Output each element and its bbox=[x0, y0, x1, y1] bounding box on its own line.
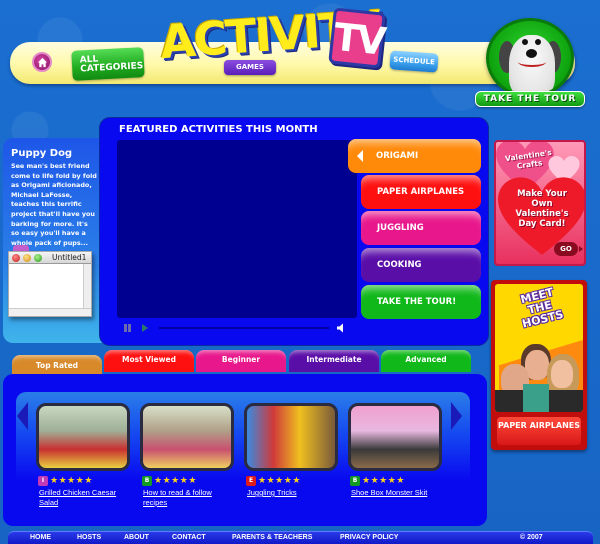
footer-link-privacy-policy[interactable]: PRIVACY POLICY bbox=[340, 534, 398, 541]
description-title: Puppy Dog bbox=[11, 148, 73, 159]
rating-row: B ★ ★ ★ ★ ★ bbox=[142, 475, 197, 486]
hosts-clothing bbox=[523, 384, 549, 412]
zoom-icon[interactable] bbox=[34, 254, 42, 262]
star-icon: ★ bbox=[84, 475, 93, 486]
logo-tv[interactable]: TV bbox=[328, 7, 386, 69]
all-categories-button[interactable]: ALL CATEGORIES bbox=[71, 47, 145, 81]
progress-bar[interactable] bbox=[159, 327, 329, 329]
minimize-icon[interactable] bbox=[23, 254, 31, 262]
star-icon: ★ bbox=[67, 475, 76, 486]
mascot-eye bbox=[522, 39, 528, 45]
star-icon: ★ bbox=[171, 475, 180, 486]
copyright: © 2007 bbox=[520, 534, 543, 541]
star-icon: ★ bbox=[370, 475, 379, 486]
valentine-go-button[interactable]: GO bbox=[554, 242, 578, 256]
category-label: TAKE THE TOUR! bbox=[377, 297, 457, 307]
star-icon: ★ bbox=[258, 475, 267, 486]
carousel-prev-arrow-icon[interactable] bbox=[17, 402, 28, 430]
arrow-left-icon bbox=[357, 150, 363, 162]
window-titlebar[interactable]: Untitled1 bbox=[9, 252, 91, 264]
window-title: Untitled1 bbox=[52, 253, 87, 262]
category-label: JUGGLING bbox=[377, 223, 424, 233]
home-button[interactable] bbox=[32, 52, 52, 72]
hosts-paper-airplanes-button[interactable]: PAPER AIRPLANES bbox=[497, 417, 581, 445]
untitled-window[interactable]: Untitled1 bbox=[8, 251, 92, 317]
arrow-right-icon bbox=[579, 246, 583, 252]
horizontal-scrollbar[interactable] bbox=[9, 308, 91, 316]
video-thumbnail[interactable] bbox=[140, 403, 234, 471]
star-icon: ★ bbox=[379, 475, 388, 486]
level-badge: B bbox=[142, 475, 152, 486]
hosts-image: MEET THE HOSTS bbox=[495, 284, 583, 412]
star-icon: ★ bbox=[50, 475, 59, 486]
tab-intermediate[interactable]: Intermediate bbox=[289, 350, 379, 372]
rating-row: I ★ ★ ★ ★ ★ bbox=[38, 475, 93, 486]
category-label: COOKING bbox=[377, 260, 422, 270]
games-button[interactable]: GAMES bbox=[224, 60, 276, 75]
star-icon: ★ bbox=[75, 475, 84, 486]
footer-link-parents-teachers[interactable]: PARENTS & TEACHERS bbox=[232, 534, 312, 541]
category-label: ORIGAMI bbox=[376, 151, 419, 161]
star-icon: ★ bbox=[58, 475, 67, 486]
star-icon: ★ bbox=[275, 475, 284, 486]
level-badge: I bbox=[38, 475, 48, 486]
footer-link-about[interactable]: ABOUT bbox=[124, 534, 149, 541]
level-badge: E bbox=[246, 475, 256, 486]
star-icon: ★ bbox=[283, 475, 292, 486]
level-badge: B bbox=[350, 475, 360, 486]
play-icon[interactable] bbox=[142, 324, 148, 332]
meet-the-hosts-promo[interactable]: MEET THE HOSTS PAPER AIRPLANES bbox=[491, 280, 587, 450]
mascot-eye bbox=[535, 39, 541, 45]
take-the-tour-button[interactable]: TAKE THE TOUR bbox=[475, 91, 585, 107]
description-text: See man's best friend come to life fold … bbox=[11, 162, 97, 247]
footer-link-home[interactable]: HOME bbox=[30, 534, 51, 541]
video-thumbnail[interactable] bbox=[36, 403, 130, 471]
close-icon[interactable] bbox=[12, 254, 20, 262]
video-title-link[interactable]: How to read & follow recipes bbox=[143, 488, 238, 507]
category-button-origami[interactable]: ORIGAMI bbox=[348, 139, 481, 173]
schedule-button[interactable]: SCHEDULE bbox=[389, 50, 439, 73]
star-icon: ★ bbox=[292, 475, 301, 486]
tab-most-viewed[interactable]: Most Viewed bbox=[104, 350, 194, 372]
category-button-cooking[interactable]: COOKING bbox=[361, 248, 481, 282]
category-button-take-the-tour[interactable]: TAKE THE TOUR! bbox=[361, 285, 481, 319]
mascot-mouth bbox=[518, 57, 546, 67]
vertical-scrollbar[interactable] bbox=[83, 264, 91, 308]
tab-top-rated[interactable]: Top Rated bbox=[12, 355, 102, 376]
star-icon: ★ bbox=[154, 475, 163, 486]
star-icon: ★ bbox=[396, 475, 405, 486]
video-thumbnail[interactable] bbox=[244, 403, 338, 471]
star-icon: ★ bbox=[362, 475, 371, 486]
home-icon bbox=[37, 57, 47, 67]
tab-advanced[interactable]: Advanced bbox=[381, 350, 471, 372]
footer-link-contact[interactable]: CONTACT bbox=[172, 534, 206, 541]
featured-title: FEATURED ACTIVITIES THIS MONTH bbox=[119, 124, 318, 135]
tour-mascot-button[interactable] bbox=[486, 18, 574, 98]
star-icon: ★ bbox=[387, 475, 396, 486]
hosts-heading: MEET THE HOSTS bbox=[519, 285, 565, 331]
video-title-link[interactable]: Grilled Chicken Caesar Salad bbox=[39, 488, 134, 507]
tab-beginner[interactable]: Beginner bbox=[196, 350, 286, 372]
star-icon: ★ bbox=[266, 475, 275, 486]
pause-icon[interactable] bbox=[124, 324, 132, 332]
video-thumbnail[interactable] bbox=[348, 403, 442, 471]
star-icon: ★ bbox=[179, 475, 188, 486]
category-label: PAPER AIRPLANES bbox=[377, 187, 465, 197]
star-icon: ★ bbox=[188, 475, 197, 486]
star-icon: ★ bbox=[162, 475, 171, 486]
video-title-link[interactable]: Juggling Tricks bbox=[247, 488, 342, 498]
valentine-promo[interactable]: Valentine's Crafts Make Your Own Valenti… bbox=[494, 140, 586, 266]
video-title-link[interactable]: Shoe Box Monster Skit bbox=[351, 488, 446, 498]
player-controls bbox=[117, 320, 357, 336]
rating-row: B ★ ★ ★ ★ ★ bbox=[350, 475, 405, 486]
valentine-body: Make Your Own Valentine's Day Card! bbox=[515, 189, 569, 229]
video-player[interactable] bbox=[117, 140, 357, 318]
category-button-juggling[interactable]: JUGGLING bbox=[361, 211, 481, 245]
host-face bbox=[551, 360, 573, 388]
rating-row: E ★ ★ ★ ★ ★ bbox=[246, 475, 301, 486]
category-button-paper-airplanes[interactable]: PAPER AIRPLANES bbox=[361, 175, 481, 209]
footer-link-hosts[interactable]: HOSTS bbox=[77, 534, 101, 541]
volume-icon[interactable] bbox=[336, 323, 346, 333]
carousel-next-arrow-icon[interactable] bbox=[451, 402, 462, 430]
